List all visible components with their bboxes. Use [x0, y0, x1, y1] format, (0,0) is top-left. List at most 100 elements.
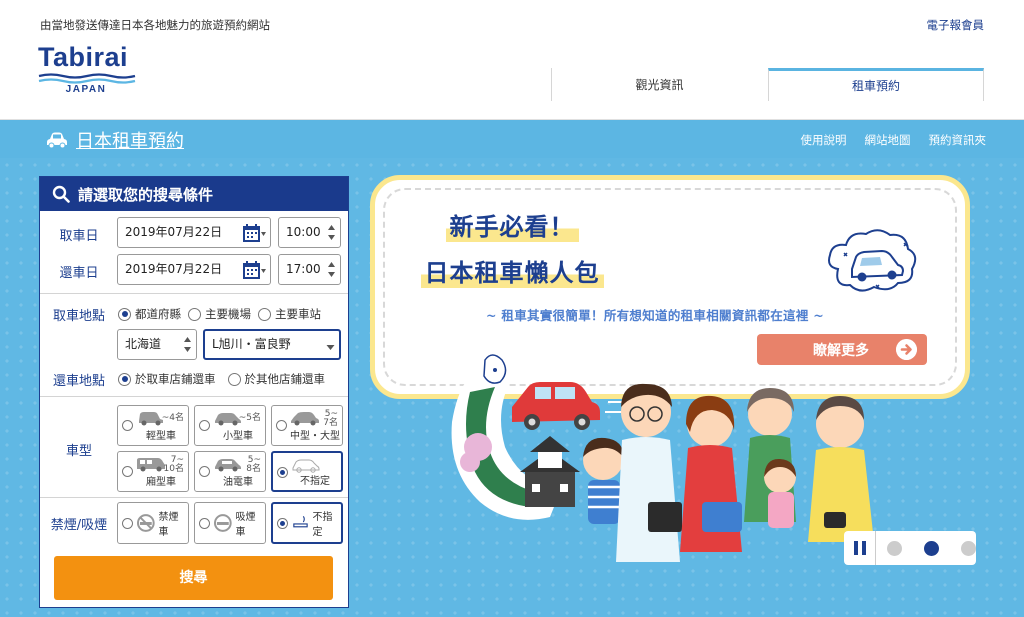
smoking-option-smoking[interactable]: 吸煙車: [194, 502, 266, 544]
carousel-dot-1[interactable]: [887, 540, 902, 556]
carousel-controls: [844, 531, 976, 565]
car-type-name: 輕型車: [146, 431, 176, 442]
radio-button[interactable]: [199, 466, 210, 477]
radio-button[interactable]: [199, 517, 210, 529]
sedan-icon: [291, 412, 319, 426]
return-date-field[interactable]: 2019年07月22日: [117, 254, 271, 285]
any-car-icon: [292, 459, 320, 473]
car-type-kei[interactable]: ~4名 輕型車: [117, 405, 189, 446]
area-value: L旭川・富良野: [212, 337, 291, 351]
logo-wordmark: Tabirai: [38, 42, 129, 72]
calendar-icon[interactable]: [242, 223, 266, 243]
area-select[interactable]: L旭川・富良野: [203, 329, 341, 360]
return-date-label: 還車日: [59, 266, 99, 281]
search-panel-title: 請選取您的搜尋條件: [78, 185, 214, 204]
tab-car-rental[interactable]: 租車預約: [768, 68, 984, 101]
pause-icon[interactable]: [844, 531, 876, 565]
pickup-time-value: 10:00: [286, 225, 321, 239]
radio-button[interactable]: [122, 420, 133, 431]
smoking-label: 禁煙/吸煙: [50, 518, 108, 533]
radio-button[interactable]: [276, 420, 287, 431]
no-smoking-icon: [136, 514, 155, 532]
pickup-date-label: 取車日: [59, 229, 99, 244]
radio-button[interactable]: [199, 420, 210, 431]
return-place-label: 還車地點: [52, 374, 105, 389]
car-type-name: 油電車: [223, 477, 253, 488]
banner-subtitle: ~ 租車其實很簡單！所有想知道的租車相關資訊都在這裡 ~: [486, 308, 825, 323]
radio-button[interactable]: [277, 467, 288, 478]
calendar-icon[interactable]: [242, 260, 266, 280]
car-type-name: 小型車: [223, 431, 253, 442]
option-airport[interactable]: 主要機場: [188, 306, 251, 322]
pickup-time-select[interactable]: 10:00: [278, 217, 341, 248]
car-capacity: ~4名: [161, 413, 184, 423]
radio-button[interactable]: [277, 517, 288, 529]
spinner-icon: [328, 225, 335, 240]
section-band: 日本租車預約 使用說明 網站地圖 預約資訊夾: [0, 120, 1024, 158]
radio-button[interactable]: [118, 307, 131, 321]
search-button[interactable]: 搜尋: [54, 556, 333, 600]
car-type-any[interactable]: 不指定: [271, 451, 343, 492]
return-time-select[interactable]: 17:00: [278, 254, 341, 285]
search-panel: 請選取您的搜尋條件 取車日 2019年07月22日 10:00 還車日 2019…: [39, 176, 349, 608]
car-type-hybrid[interactable]: 5~ 8名 油電車: [194, 451, 266, 492]
car-capacity: ~5名: [238, 413, 261, 423]
site-header: 由當地發送傳達日本各地魅力的旅遊預約網站 電子報會員 Tabirai JAPAN…: [0, 0, 1024, 120]
newsletter-link[interactable]: 電子報會員: [927, 17, 985, 33]
smoking-option-label: 禁煙車: [158, 512, 179, 538]
option-prefecture[interactable]: 都道府縣: [118, 306, 181, 322]
tab-sightseeing[interactable]: 觀光資訊: [551, 68, 767, 101]
divider: [40, 293, 348, 294]
car-type-name: 中型・大型: [290, 431, 340, 442]
option-same-store[interactable]: 於取車店鋪還車: [118, 371, 216, 387]
radio-button[interactable]: [122, 517, 133, 529]
hybrid-car-icon: [215, 459, 241, 472]
car-type-name: 廂型車: [146, 477, 176, 488]
car-type-label: 車型: [65, 444, 92, 459]
return-time-value: 17:00: [286, 262, 321, 276]
search-panel-header: 請選取您的搜尋條件: [40, 177, 348, 211]
search-icon: [52, 185, 70, 203]
prefecture-value: 北海道: [125, 337, 162, 351]
car-cloud-icon: [828, 229, 917, 292]
link-usage-guide[interactable]: 使用說明: [801, 132, 847, 148]
spinner-icon: [328, 262, 335, 277]
carousel-dot-2[interactable]: [924, 540, 939, 556]
car-type-midsize[interactable]: 5~ 7名 中型・大型: [271, 405, 343, 446]
radio-button[interactable]: [118, 372, 131, 386]
logo-subtext: JAPAN: [65, 84, 107, 95]
family-illustration: [451, 354, 874, 562]
return-place-options: 於取車店鋪還車 於其他店鋪還車: [118, 371, 332, 387]
radio-button[interactable]: [188, 307, 201, 321]
smoking-option-nonsmoking[interactable]: 禁煙車: [117, 502, 189, 544]
divider: [40, 396, 348, 397]
link-sitemap[interactable]: 網站地圖: [865, 132, 911, 148]
prefecture-select[interactable]: 北海道: [117, 329, 197, 360]
spinner-icon: [184, 337, 191, 352]
option-station[interactable]: 主要車站: [258, 306, 321, 322]
link-booking-folder[interactable]: 預約資訊夾: [929, 132, 987, 148]
car-type-van[interactable]: 7~ 10名 廂型車: [117, 451, 189, 492]
section-title[interactable]: 日本租車預約: [46, 127, 184, 153]
site-logo[interactable]: Tabirai JAPAN: [38, 42, 138, 95]
radio-button[interactable]: [227, 372, 241, 386]
carousel-dots: [887, 540, 976, 556]
chevron-down-icon: [326, 345, 335, 350]
option-other-store[interactable]: 於其他店鋪還車: [227, 371, 325, 387]
carousel-dot-3[interactable]: [961, 540, 976, 556]
car-type-compact[interactable]: ~5名 小型車: [194, 405, 266, 446]
van-icon: [137, 458, 165, 472]
utility-links: 使用說明 網站地圖 預約資訊夾: [801, 132, 987, 148]
car-capacity: 7~ 10名: [163, 455, 184, 474]
pickup-date-field[interactable]: 2019年07月22日: [117, 217, 271, 248]
smoking-option-any[interactable]: 不指定: [271, 502, 343, 544]
radio-button[interactable]: [122, 466, 133, 477]
arrow-right-icon: [896, 339, 917, 360]
car-icon: [47, 132, 67, 149]
car-capacity: 5~ 8名: [246, 455, 261, 474]
car-capacity: 5~ 7名: [323, 409, 338, 428]
radio-button[interactable]: [258, 307, 271, 321]
site-tagline: 由當地發送傳達日本各地魅力的旅遊預約網站: [40, 18, 270, 32]
pickup-place-label: 取車地點: [52, 309, 105, 324]
smoking-icon: [213, 514, 232, 532]
